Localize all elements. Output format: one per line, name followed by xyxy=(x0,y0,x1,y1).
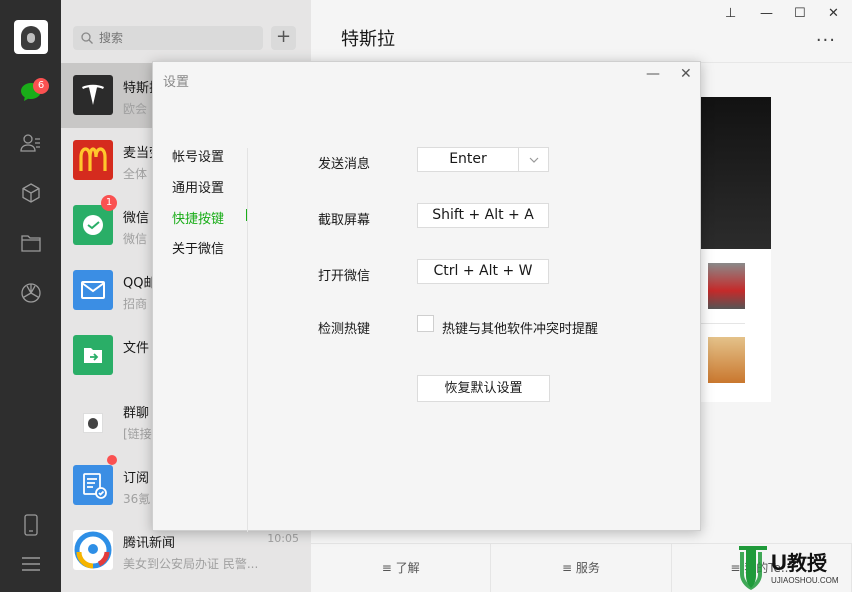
mail-icon xyxy=(73,270,113,310)
nav-about-wechat[interactable]: 关于微信 xyxy=(172,238,224,257)
chat-snippet: 美女到公安局办证 民警... xyxy=(123,557,259,571)
hotkey-conflict-checkbox[interactable] xyxy=(417,315,434,332)
user-avatar[interactable] xyxy=(14,20,48,54)
chat-snippet: 微信 xyxy=(123,232,148,246)
nav-shortcuts[interactable]: 快捷按键 xyxy=(172,208,224,227)
chat-name: 文件 xyxy=(123,341,150,356)
menu-icon[interactable] xyxy=(19,552,43,576)
wechat-team-icon xyxy=(73,205,113,245)
restore-defaults-button[interactable]: 恢复默认设置 xyxy=(417,375,550,402)
chat-icon[interactable]: 6 xyxy=(19,78,49,104)
card-divider xyxy=(700,323,745,324)
svg-text:教授: 教授 xyxy=(787,551,828,575)
add-chat-button[interactable]: + xyxy=(271,26,296,50)
nav-divider xyxy=(247,148,248,532)
pin-icon[interactable]: ⊥ xyxy=(725,6,736,21)
chat-snippet: 欧会 xyxy=(123,102,148,116)
menu-item-service[interactable]: ≡ 服务 xyxy=(491,544,672,592)
chat-snippet: 招商 xyxy=(123,297,148,311)
left-rail: 6 xyxy=(0,0,61,592)
chat-name: 腾讯新闻 xyxy=(123,536,176,551)
screenshot-label: 截取屏幕 xyxy=(318,213,371,228)
favorites-cube-icon[interactable] xyxy=(19,181,43,205)
unread-dot xyxy=(107,455,117,465)
mcdonalds-logo-icon xyxy=(73,140,113,180)
chat-snippet: [链接 xyxy=(123,427,152,441)
article-card[interactable] xyxy=(700,97,771,402)
svg-text:UJIAOSHOU.COM: UJIAOSHOU.COM xyxy=(771,576,839,585)
open-wechat-key-field[interactable]: Ctrl + Alt + W xyxy=(417,259,549,284)
chevron-down-icon[interactable] xyxy=(518,148,548,171)
dialog-title: 设置 xyxy=(163,75,190,90)
detect-hotkey-label: 检测热键 xyxy=(318,322,371,337)
dialog-close-icon[interactable]: ✕ xyxy=(680,66,692,82)
send-message-key-select[interactable]: Enter xyxy=(417,147,549,172)
send-message-label: 发送消息 xyxy=(318,157,371,172)
nav-account-settings[interactable]: 帐号设置 xyxy=(172,146,224,165)
tesla-logo-icon xyxy=(73,75,113,115)
chat-name: 群聊 xyxy=(123,406,150,421)
moments-icon[interactable] xyxy=(19,281,43,305)
chat-name: 微信 xyxy=(123,211,150,226)
chat-name: 订阅 xyxy=(123,471,150,486)
chat-snippet: 全体 xyxy=(123,167,148,181)
folder-icon[interactable] xyxy=(19,231,43,255)
article-thumb-food xyxy=(708,337,745,383)
more-options-icon[interactable]: ··· xyxy=(816,30,836,51)
contacts-icon[interactable] xyxy=(19,131,43,155)
ujiaoshou-watermark-logo: U 教授 UJIAOSHOU.COM xyxy=(735,542,852,592)
open-wechat-label: 打开微信 xyxy=(318,269,371,284)
chat-title: 特斯拉 xyxy=(341,29,395,50)
minimize-icon[interactable]: — xyxy=(760,6,773,21)
article-cover-image xyxy=(700,97,771,249)
article-thumb-car xyxy=(708,263,745,309)
send-message-key-value: Enter xyxy=(449,151,487,167)
settings-dialog: 设置 — ✕ 帐号设置 通用设置 快捷按键 关于微信 发送消息 Enter 截取… xyxy=(152,61,701,532)
chat-time: 10:05 xyxy=(267,532,299,545)
subscription-icon xyxy=(73,465,113,505)
chat-unread-badge: 6 xyxy=(33,78,49,94)
menu-item-learn[interactable]: ≡ 了解 xyxy=(311,544,492,592)
phone-icon[interactable] xyxy=(19,513,43,537)
search-input[interactable] xyxy=(99,31,249,45)
screenshot-key-field[interactable]: Shift + Alt + A xyxy=(417,203,549,228)
search-icon xyxy=(81,32,93,44)
dialog-minimize-icon[interactable]: — xyxy=(646,66,660,82)
tencent-news-icon xyxy=(73,530,113,570)
close-icon[interactable]: ✕ xyxy=(828,6,839,21)
group-avatar xyxy=(73,400,113,440)
search-box[interactable] xyxy=(73,26,263,50)
file-transfer-icon xyxy=(73,335,113,375)
nav-general-settings[interactable]: 通用设置 xyxy=(172,177,224,196)
hotkey-conflict-label[interactable]: 热键与其他软件冲突时提醒 xyxy=(442,318,598,337)
maximize-icon[interactable]: ☐ xyxy=(794,6,806,21)
svg-text:U: U xyxy=(771,550,787,575)
wechat-unread-badge: 1 xyxy=(101,195,117,211)
chat-snippet: 36氪 xyxy=(123,492,151,506)
